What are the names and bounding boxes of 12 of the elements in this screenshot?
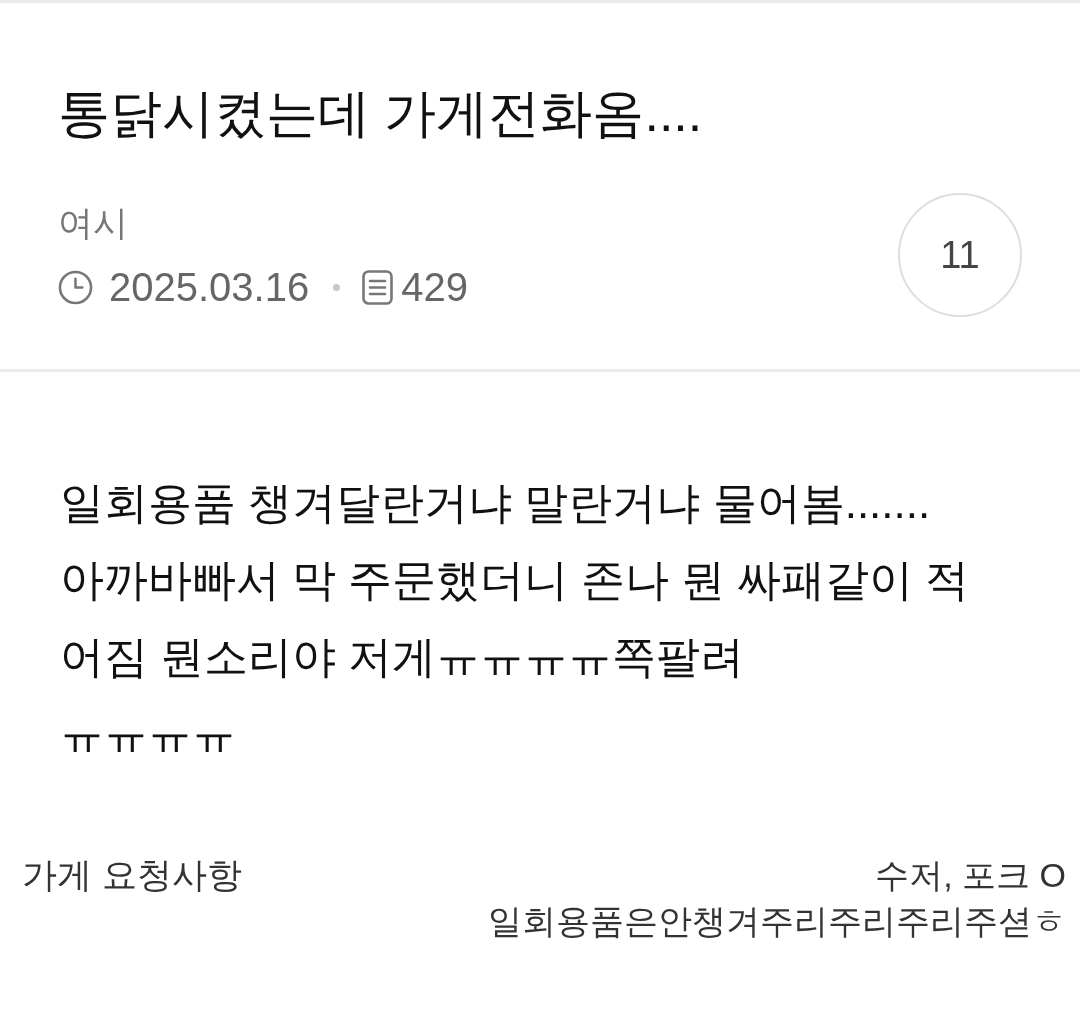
- document-icon: [362, 269, 394, 305]
- view-count: 429: [401, 264, 468, 310]
- post-date: 2025.03.16: [109, 264, 310, 310]
- post-title: 통닭시켰는데 가게전화옴....: [58, 83, 704, 144]
- comment-count-button[interactable]: 11: [898, 193, 1022, 317]
- separator-dot-icon: [333, 283, 341, 291]
- request-text: 수저, 포크 O: [875, 855, 1066, 896]
- post-body-text: 일회용품 챙겨달란거냐 말란거냐 물어봄....... 아까바빠서 막 주문했더니 존나 뭔 싸패같이 적 어짐 뭔소리야 저게ㅠㅠㅠㅠ쪽팔려 ㅠㅠㅠㅠ: [60, 477, 971, 760]
- clock-icon: [58, 269, 93, 305]
- author-name: 여시: [58, 202, 129, 244]
- request-text: 일회용품은안챙겨주리주리주리주셛ㅎ: [488, 901, 1066, 942]
- request-label: 가게 요청사항: [22, 854, 242, 896]
